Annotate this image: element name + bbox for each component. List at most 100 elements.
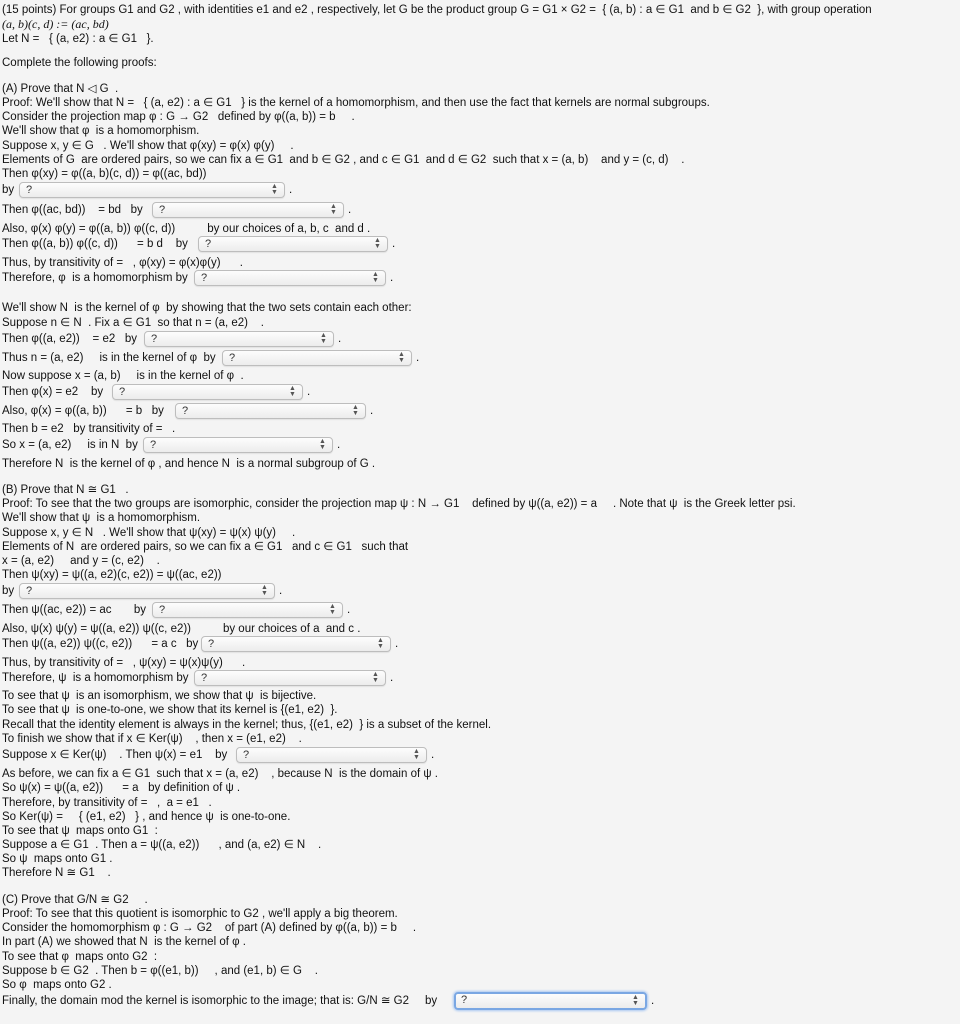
period: . — [431, 749, 435, 761]
select-arrows-icon: ▲ ▼ — [352, 404, 359, 417]
proof-line: Then ψ((ac, e2)) = ac by — [2, 604, 147, 616]
instructions: Complete the following proofs: — [2, 57, 157, 69]
proof-line: Also, φ(x) = φ((a, b)) = b by — [2, 405, 164, 417]
proof-line: To see that φ maps onto G2 : — [2, 951, 158, 963]
proof-line: Then b = e2 by transitivity of = . — [2, 423, 176, 435]
proof-line: To see that ψ is an isomorphism, we show… — [2, 690, 317, 702]
period: . — [279, 585, 283, 597]
proof-line: Therefore, by transitivity of = , a = e1… — [2, 797, 212, 809]
proof-line: Therefore, ψ is a homomorphism by — [2, 672, 189, 684]
proof-line: x = (a, e2) and y = (c, e2) . — [2, 555, 160, 567]
justification-select-a8[interactable]: ? ▲ ▼ — [175, 403, 366, 419]
proof-line: Also, ψ(x) ψ(y) = ψ((a, e2)) ψ((c, e2)) … — [2, 623, 361, 635]
period: . — [390, 672, 394, 684]
select-value: ? — [461, 994, 468, 1006]
select-value: ? — [119, 386, 126, 398]
proof-line: Then φ((a, b)) φ((c, d)) = b d by — [2, 238, 188, 250]
proof-line: Then φ((ac, bd)) = bd by — [2, 204, 143, 216]
problem-page: (15 points) For groups G1 and G2 , with … — [0, 0, 960, 1024]
justification-select-c1[interactable]: ? ▲ ▼ — [454, 992, 647, 1010]
proof-line: Now suppose x = (a, b) is in the kernel … — [2, 370, 244, 382]
proof-line: Proof: To see that this quotient is isom… — [2, 908, 398, 920]
part-a-heading: (A) Prove that N ◁ G . — [2, 83, 119, 95]
proof-line: Proof: To see that the two groups are is… — [2, 498, 796, 510]
period: . — [307, 386, 311, 398]
proof-line: by — [2, 184, 15, 196]
select-value: ? — [150, 439, 157, 451]
period: . — [392, 238, 396, 250]
justification-select-a4[interactable]: ? ▲ ▼ — [194, 270, 386, 286]
proof-line: So φ maps onto G2 . — [2, 979, 112, 991]
proof-line: We'll show that ψ is a homomorphism. — [2, 512, 201, 524]
proof-line: In part (A) we showed that N is the kern… — [2, 936, 246, 948]
select-arrows-icon: ▲ ▼ — [261, 584, 268, 597]
select-arrows-icon: ▲ ▼ — [413, 748, 420, 761]
select-value: ? — [159, 204, 166, 216]
group-operation-definition: (a, b)(c, d) := (ac, bd) — [2, 17, 109, 31]
proof-line: To finish we show that if x ∈ Ker(ψ) , t… — [2, 733, 302, 745]
justification-select-a6[interactable]: ? ▲ ▼ — [222, 350, 412, 366]
subgroup-n-definition: Let N = { (a, e2) : a ∈ G1 }. — [2, 33, 154, 45]
proof-line: Then ψ(xy) = ψ((a, e2)(c, e2)) = ψ((ac, … — [2, 569, 222, 581]
problem-statement: (15 points) For groups G1 and G2 , with … — [2, 4, 872, 16]
period: . — [289, 184, 293, 196]
select-value: ? — [243, 749, 250, 761]
proof-line: Thus, by transitivity of = , ψ(xy) = ψ(x… — [2, 657, 246, 669]
period: . — [651, 995, 655, 1007]
select-arrows-icon: ▲ ▼ — [632, 994, 639, 1007]
proof-line: Therefore N ≅ G1 . — [2, 867, 111, 879]
proof-line: As before, we can fix a ∈ G1 such that x… — [2, 768, 438, 780]
period: . — [347, 604, 351, 616]
proof-line: Finally, the domain mod the kernel is is… — [2, 995, 438, 1007]
select-value: ? — [201, 272, 208, 284]
proof-line: Consider the projection map φ : G → G2 d… — [2, 111, 355, 123]
proof-line: Therefore N is the kernel of φ , and hen… — [2, 458, 376, 470]
proof-line: Consider the homomorphism φ : G → G2 of … — [2, 922, 417, 934]
select-value: ? — [151, 333, 158, 345]
proof-line: Suppose n ∈ N . Fix a ∈ G1 so that n = (… — [2, 317, 264, 329]
part-c-heading: (C) Prove that G/N ≅ G2 . — [2, 894, 148, 906]
proof-line: So ψ(x) = ψ((a, e2)) = a by definition o… — [2, 782, 241, 794]
select-value: ? — [229, 352, 236, 364]
justification-select-a9[interactable]: ? ▲ ▼ — [143, 437, 333, 453]
justification-select-b5[interactable]: ? ▲ ▼ — [236, 747, 427, 763]
select-arrows-icon: ▲ ▼ — [271, 183, 278, 196]
period: . — [348, 204, 352, 216]
proof-line: To see that ψ maps onto G1 : — [2, 825, 158, 837]
select-value: ? — [201, 672, 208, 684]
period: . — [370, 405, 374, 417]
justification-select-b4[interactable]: ? ▲ ▼ — [194, 670, 386, 686]
proof-line: by — [2, 585, 15, 597]
proof-line: Elements of G are ordered pairs, so we c… — [2, 154, 685, 166]
proof-line: So x = (a, e2) is in N by — [2, 439, 138, 451]
proof-line: Proof: We'll show that N = { (a, e2) : a… — [2, 97, 710, 109]
justification-select-a2[interactable]: ? ▲ ▼ — [152, 202, 344, 218]
justification-select-a1[interactable]: ? ▲ ▼ — [19, 182, 285, 198]
select-arrows-icon: ▲ ▼ — [329, 603, 336, 616]
proof-line: Recall that the identity element is alwa… — [2, 719, 492, 731]
select-arrows-icon: ▲ ▼ — [320, 332, 327, 345]
select-arrows-icon: ▲ ▼ — [372, 271, 379, 284]
justification-select-b3[interactable]: ? ▲ ▼ — [201, 636, 391, 652]
select-arrows-icon: ▲ ▼ — [330, 203, 337, 216]
period: . — [338, 333, 342, 345]
justification-select-a3[interactable]: ? ▲ ▼ — [198, 236, 388, 252]
select-value: ? — [26, 184, 33, 196]
proof-line: Then φ(xy) = φ((a, b)(c, d)) = φ((ac, bd… — [2, 168, 207, 180]
justification-select-a7[interactable]: ? ▲ ▼ — [112, 384, 303, 400]
select-arrows-icon: ▲ ▼ — [372, 671, 379, 684]
proof-line: To see that ψ is one-to-one, we show tha… — [2, 704, 338, 716]
proof-line: Suppose a ∈ G1 . Then a = ψ((a, e2)) , a… — [2, 839, 322, 851]
justification-select-a5[interactable]: ? ▲ ▼ — [144, 331, 334, 347]
part-b-heading: (B) Prove that N ≅ G1 . — [2, 484, 129, 496]
proof-line: Also, φ(x) φ(y) = φ((a, b)) φ((c, d)) by… — [2, 223, 371, 235]
justification-select-b1[interactable]: ? ▲ ▼ — [19, 583, 275, 599]
select-arrows-icon: ▲ ▼ — [377, 637, 384, 650]
justification-select-b2[interactable]: ? ▲ ▼ — [152, 602, 343, 618]
proof-line: Then φ((a, e2)) = e2 by — [2, 333, 137, 345]
proof-line: So ψ maps onto G1 . — [2, 853, 113, 865]
proof-line: Thus, by transitivity of = , φ(xy) = φ(x… — [2, 257, 243, 269]
proof-line: Suppose b ∈ G2 . Then b = φ((e1, b)) , a… — [2, 965, 318, 977]
proof-line: Thus n = (a, e2) is in the kernel of φ b… — [2, 352, 216, 364]
select-value: ? — [182, 405, 189, 417]
